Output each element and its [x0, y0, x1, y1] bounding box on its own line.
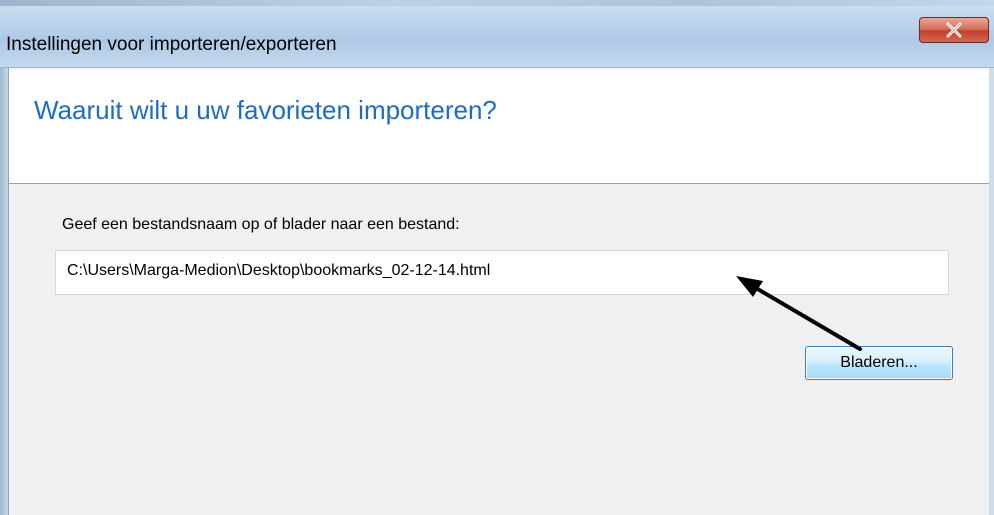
- file-prompt-label: Geef een bestandsnaam op of blader naar …: [62, 216, 460, 233]
- dialog-header: Waaruit wilt u uw favorieten importeren?: [9, 69, 989, 184]
- window-title: Instellingen voor importeren/exporteren: [6, 34, 337, 55]
- window-left-border: [0, 68, 9, 515]
- file-path-input[interactable]: [55, 250, 949, 295]
- browse-button[interactable]: Bladeren...: [805, 346, 953, 380]
- window-right-border: [989, 68, 994, 515]
- page-title: Waaruit wilt u uw favorieten importeren?: [34, 95, 497, 125]
- title-bar[interactable]: Instellingen voor importeren/exporteren: [0, 0, 994, 68]
- close-button[interactable]: [919, 17, 989, 43]
- close-icon: [946, 22, 962, 38]
- dialog-body: Geef een bestandsnaam op of blader naar …: [9, 184, 989, 515]
- screen: Instellingen voor importeren/exporteren …: [0, 0, 994, 515]
- import-export-dialog: Instellingen voor importeren/exporteren …: [0, 0, 994, 515]
